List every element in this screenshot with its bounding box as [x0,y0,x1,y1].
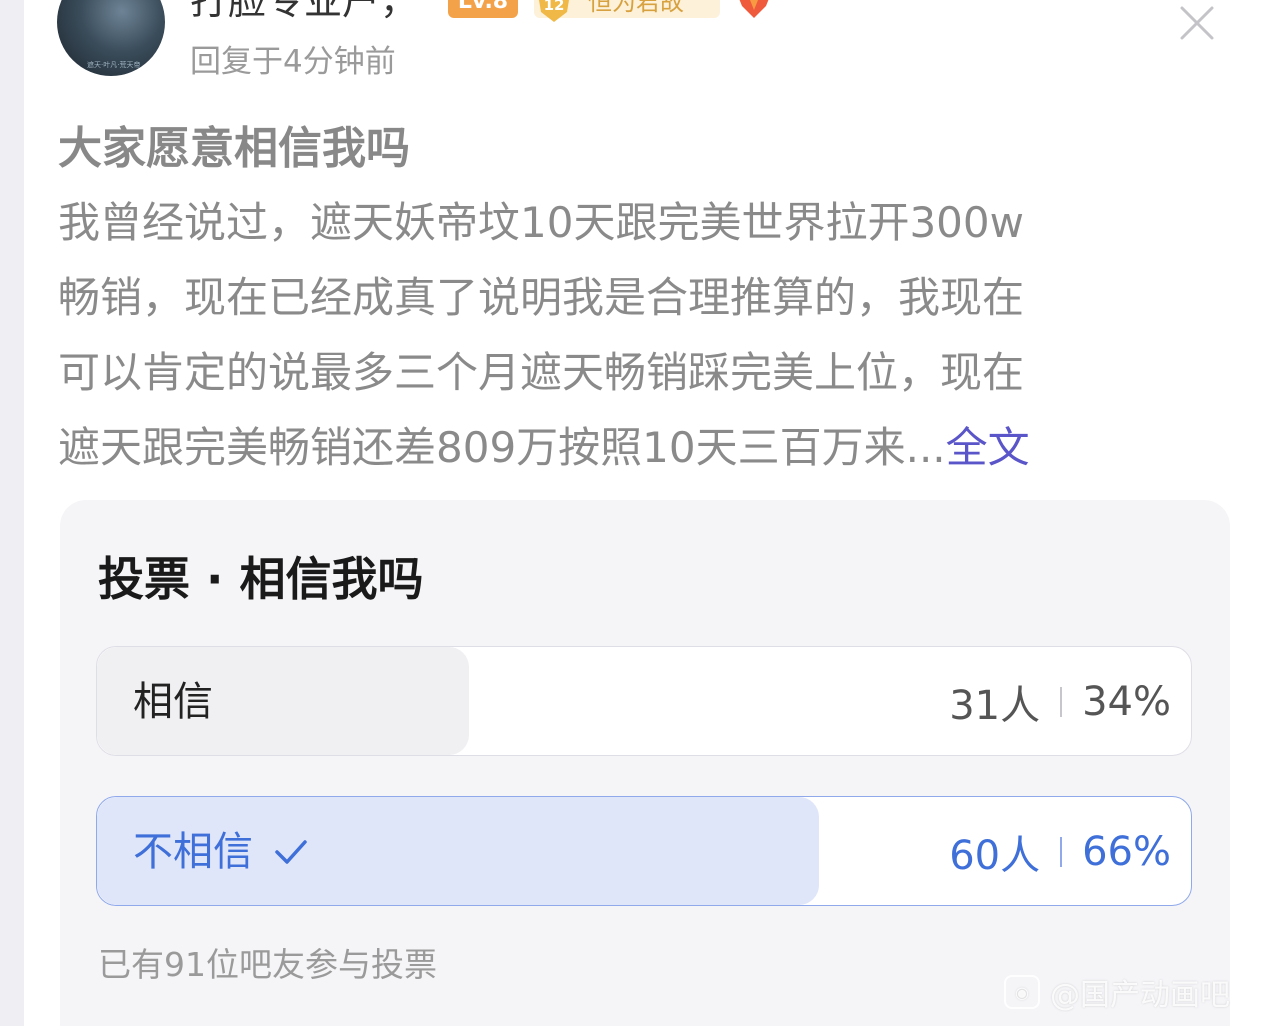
poll-participants: 已有91位吧友参与投票 [98,945,437,984]
weibo-icon: ◉ [1004,975,1040,1009]
check-icon [275,840,307,864]
title-badge: 12 恒为君故 [534,0,720,22]
source-watermark: ◉ @国产动画吧 [1004,972,1234,1012]
poll-title: 投票 · 相信我吗 [98,552,424,606]
reply-time: 回复于4分钟前 [190,44,396,80]
close-button[interactable] [1174,0,1220,46]
poll-option-believe[interactable]: 相信 31人 34% [96,646,1192,756]
title-badge-number: 12 [544,0,565,14]
stats-divider [1060,837,1063,867]
post-line-last: 遮天跟完美畅销还差809万按照10天三百万来...全文 [58,410,1238,485]
poll-option-label: 不相信 [133,797,309,905]
post-body[interactable]: 我曾经说过，遮天妖帝坟10天跟完美世界拉开300w 畅销，现在已经成真了说明我是… [58,185,1238,485]
poll-option-label-text: 相信 [133,679,213,725]
avatar[interactable]: 遮天·叶凡·荒天帝 [57,0,165,76]
poll-option-label: 相信 [133,647,213,755]
read-more-link[interactable]: 全文 [946,423,1030,472]
shield-icon: 12 [539,0,569,22]
left-edge-strip [0,0,24,1026]
stats-divider [1060,687,1063,717]
poll-option-label-text: 不相信 [133,829,253,875]
post-line: 畅销，现在已经成真了说明我是合理推算的，我现在 [58,273,1025,322]
poll-option-percent: 34% [1082,679,1171,725]
watermark-text: @国产动画吧 [1050,978,1230,1012]
post-title[interactable]: 大家愿意相信我吗 [58,120,410,178]
poll-option-stats: 60人 66% [949,797,1171,905]
medal-icon [739,0,769,18]
poll-option-stats: 31人 34% [949,647,1171,755]
poll-option-count: 60人 [949,833,1041,879]
username[interactable]: 打脸专业户， [190,0,418,24]
avatar-watermark: 遮天·叶凡·荒天帝 [87,61,141,69]
poll-option-percent: 66% [1082,829,1171,875]
post-line-text: 遮天跟完美畅销还差809万按照10天三百万来... [58,423,946,472]
poll-option-count: 31人 [949,683,1041,729]
level-badge: Lv.8 [448,0,518,18]
poll-option-disbelieve[interactable]: 不相信 60人 66% [96,796,1192,906]
post-line: 可以肯定的说最多三个月遮天畅销踩完美上位，现在 [58,348,1025,397]
post-line: 我曾经说过，遮天妖帝坟10天跟完美世界拉开300w [58,198,1024,247]
title-badge-text: 恒为君故 [588,0,684,16]
poll-card: 投票 · 相信我吗 相信 31人 34% 不相信 60人 66% 已有91位吧友… [60,500,1230,1026]
